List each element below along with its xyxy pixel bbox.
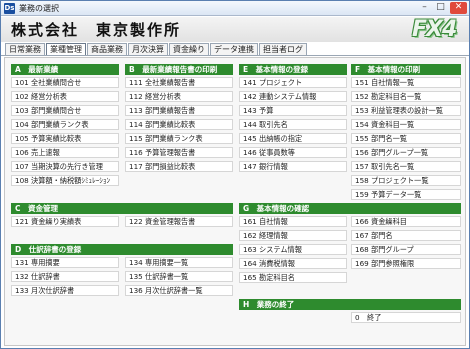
- menu-item-116[interactable]: 116 予算管理報告書: [125, 147, 233, 158]
- menu-item-157[interactable]: 157 取引先名一覧: [351, 161, 461, 172]
- window-title: 業務の選択: [19, 4, 59, 13]
- menu-item-104[interactable]: 104 部門業績ランク表: [11, 119, 119, 130]
- menu-item-108[interactable]: 108 決算額・納税額ｼﾐｭﾚｰｼｮﾝ: [11, 175, 119, 186]
- menu-item-117[interactable]: 117 部門損益比較表: [125, 161, 233, 172]
- menu-item-133[interactable]: 133 月次仕訳辞書: [11, 285, 119, 296]
- menu-item-132[interactable]: 132 仕訳辞書: [11, 271, 119, 282]
- header-band: 株式会社 東京製作所 FX4: [1, 17, 469, 42]
- section-h-header: H 業務の終了: [239, 299, 461, 310]
- fx4-logo: FX4: [412, 17, 457, 42]
- menu-item-167[interactable]: 167 部門名: [351, 230, 461, 241]
- menu-item-158[interactable]: 158 プロジェクト一覧: [351, 175, 461, 186]
- section-g-header: G 基本情報の確認: [239, 203, 461, 214]
- menu-item-144[interactable]: 144 取引先名: [239, 119, 347, 130]
- exit-button[interactable]: 0 終了: [351, 312, 461, 323]
- menu-item-155[interactable]: 155 部門名一覧: [351, 133, 461, 144]
- section-c-header: C 資金管理: [11, 203, 233, 214]
- menu-item-151[interactable]: 151 自社情報一覧: [351, 77, 461, 88]
- app-icon: Ds: [4, 3, 15, 14]
- menu-item-161[interactable]: 161 自社情報: [239, 216, 347, 227]
- menu-item-166[interactable]: 166 資金繰科目: [351, 216, 461, 227]
- section-f-header: F 基本情報の印刷: [351, 64, 461, 75]
- menu-item-107[interactable]: 107 当期決算の先行き管理: [11, 161, 119, 172]
- menu-item-113[interactable]: 113 部門業績報告書: [125, 105, 233, 116]
- menu-item-115[interactable]: 115 部門業績ランク表: [125, 133, 233, 144]
- menu-item-165[interactable]: 165 勘定科目名: [239, 272, 347, 283]
- menu-item-162[interactable]: 162 経理情報: [239, 230, 347, 241]
- menu-item-135[interactable]: 135 仕訳辞書一覧: [125, 271, 233, 282]
- minimize-button[interactable]: –: [417, 2, 432, 14]
- menu-item-163[interactable]: 163 システム情報: [239, 244, 347, 255]
- section-a-header: A 最新業績: [11, 64, 119, 75]
- menu-item-106[interactable]: 106 売上速報: [11, 147, 119, 158]
- menu-item-168[interactable]: 168 部門グループ: [351, 244, 461, 255]
- menu-item-134[interactable]: 134 専用摘要一覧: [125, 257, 233, 268]
- section-e-header: E 基本情報の登録: [239, 64, 347, 75]
- menu-item-101[interactable]: 101 全社業績問合せ: [11, 77, 119, 88]
- menu-item-121[interactable]: 121 資金繰り実績表: [11, 216, 119, 227]
- menu-item-145[interactable]: 145 出納帳の指定: [239, 133, 347, 144]
- menu-item-164[interactable]: 164 消費税情報: [239, 258, 347, 269]
- menu-item-131[interactable]: 131 専用摘要: [11, 257, 119, 268]
- menu-item-169[interactable]: 169 部門参照権限: [351, 258, 461, 269]
- menu-item-141[interactable]: 141 プロジェクト: [239, 77, 347, 88]
- title-bar[interactable]: Ds 業務の選択 – □ ✕: [1, 1, 469, 16]
- menu-item-156[interactable]: 156 部門グループ一覧: [351, 147, 461, 158]
- menu-item-111[interactable]: 111 全社業績報告書: [125, 77, 233, 88]
- close-button[interactable]: ✕: [450, 2, 467, 14]
- menu-item-142[interactable]: 142 連動システム情報: [239, 91, 347, 102]
- menu-item-143[interactable]: 143 予算: [239, 105, 347, 116]
- menu-item-136[interactable]: 136 月次仕訳辞書一覧: [125, 285, 233, 296]
- maximize-button[interactable]: □: [433, 2, 448, 14]
- menu-item-102[interactable]: 102 経営分析表: [11, 91, 119, 102]
- tab-divider: [1, 55, 469, 56]
- app-window: Ds 業務の選択 – □ ✕ 株式会社 東京製作所 FX4 日常業務 業種管理 …: [0, 0, 470, 349]
- menu-item-103[interactable]: 103 部門業績問合せ: [11, 105, 119, 116]
- menu-item-114[interactable]: 114 部門業績比較表: [125, 119, 233, 130]
- menu-item-105[interactable]: 105 予算実績比較表: [11, 133, 119, 144]
- section-d-header: D 仕訳辞書の登録: [11, 244, 233, 255]
- menu-item-152[interactable]: 152 勘定科目名一覧: [351, 91, 461, 102]
- menu-item-147[interactable]: 147 銀行情報: [239, 161, 347, 172]
- menu-item-159[interactable]: 159 予算データ一覧: [351, 189, 461, 200]
- menu-item-153[interactable]: 153 利益管理表の設計一覧: [351, 105, 461, 116]
- menu-panel: A 最新業績 101 全社業績問合せ 102 経営分析表 103 部門業績問合せ 10…: [4, 57, 466, 346]
- section-b-header: B 最新業績報告書の印刷: [125, 64, 233, 75]
- menu-item-122[interactable]: 122 資金管理報告書: [125, 216, 233, 227]
- menu-item-112[interactable]: 112 経営分析表: [125, 91, 233, 102]
- menu-item-146[interactable]: 146 従事員数等: [239, 147, 347, 158]
- menu-item-154[interactable]: 154 資金科目一覧: [351, 119, 461, 130]
- company-name: 株式会社 東京製作所: [11, 21, 182, 39]
